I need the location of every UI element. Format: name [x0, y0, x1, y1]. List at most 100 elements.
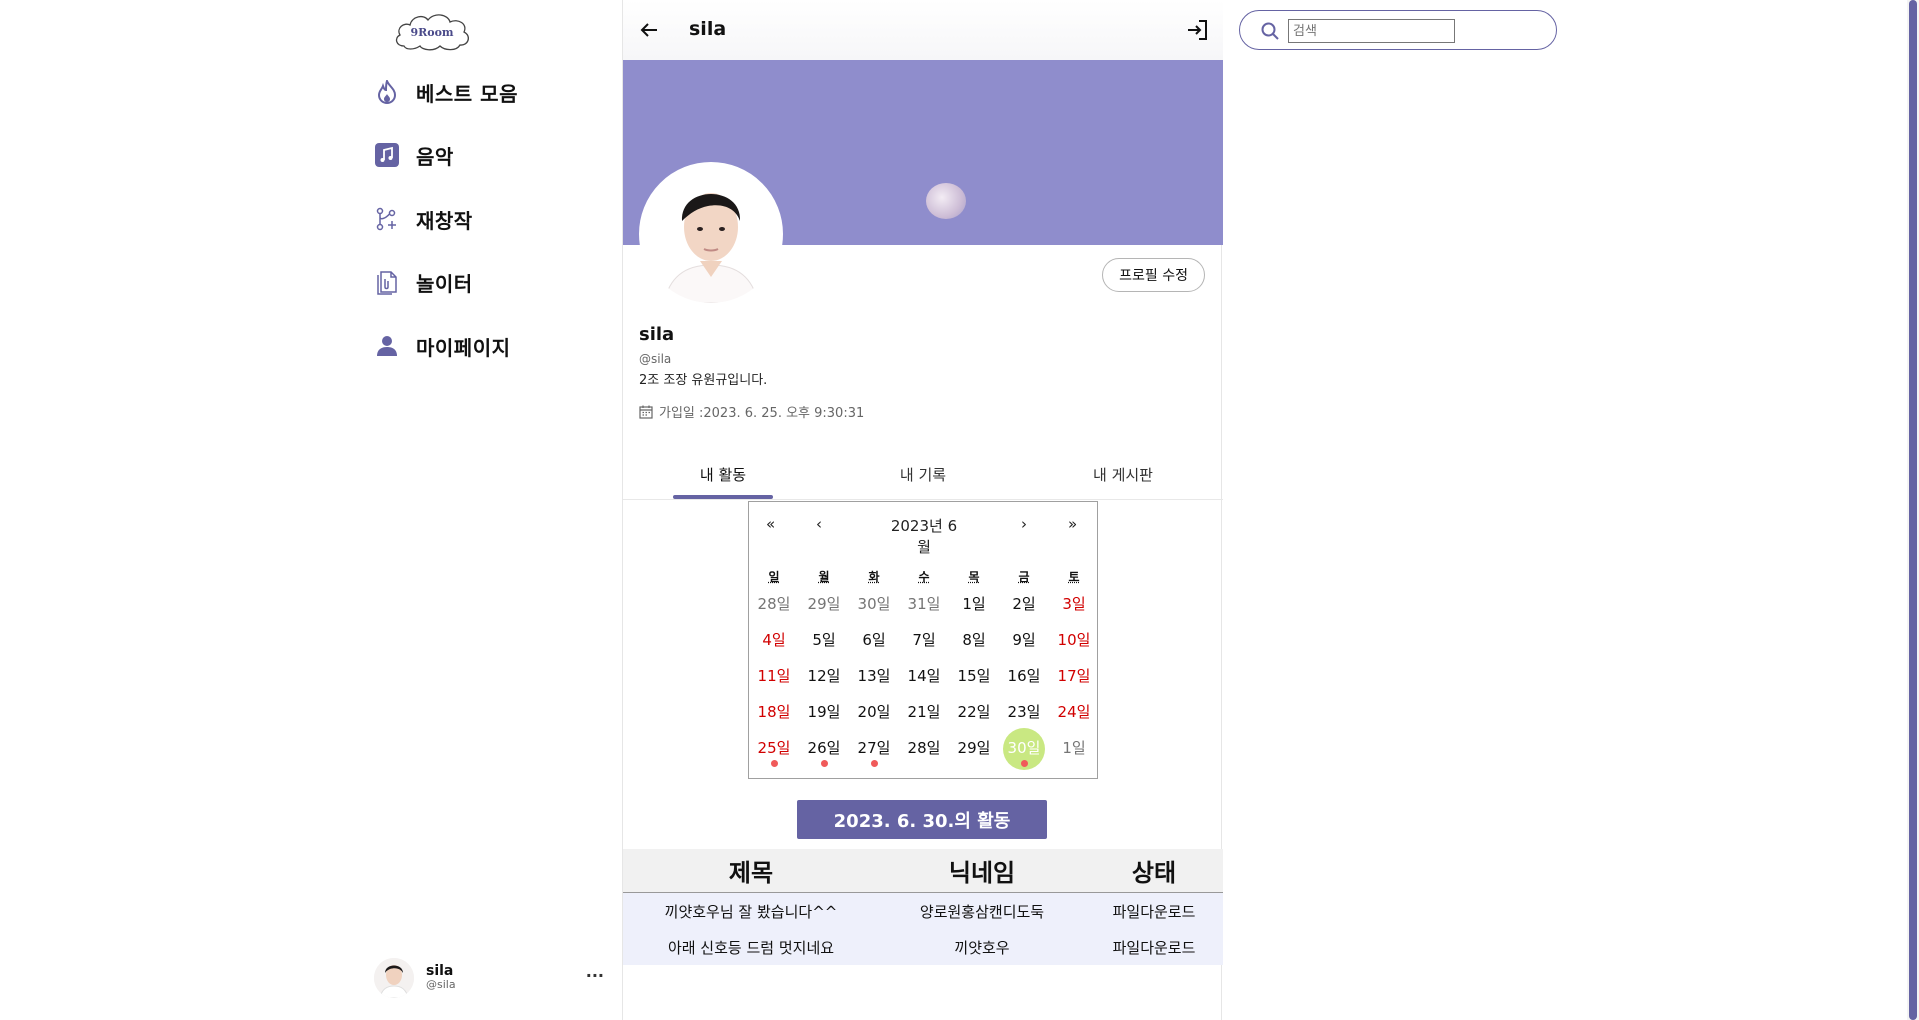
calendar-day[interactable]: 1일 — [1049, 730, 1099, 766]
prev-year-button[interactable]: « — [766, 515, 775, 533]
day-label: 30일 — [1007, 739, 1041, 757]
calendar-day[interactable]: 6일 — [849, 622, 899, 658]
calendar-day[interactable]: 5일 — [799, 622, 849, 658]
calendar-day[interactable]: 17일 — [1049, 658, 1099, 694]
sidebar-item-label: 재창작 — [416, 208, 473, 233]
calendar-title[interactable]: 2023년 6월 — [884, 515, 964, 557]
current-user-name: sila — [426, 963, 454, 979]
cell-title: 아래 신호등 드럼 멋지네요 — [667, 938, 835, 957]
search-bar — [1239, 10, 1557, 50]
column-header-nickname: 닉네임 — [948, 859, 1016, 887]
sidebar-item-playground[interactable]: 놀이터 — [374, 262, 473, 302]
sidebar: 9Room 베스트 모음 음악 재창작 놀이터 마이페이지 sila @sila… — [360, 0, 622, 1020]
cell-status: 파일다운로드 — [1112, 902, 1196, 921]
cell-title: 끼얏호우님 잘 봤습니다^^ — [664, 902, 838, 921]
calendar-day[interactable]: 31일 — [899, 586, 949, 622]
scrollbar-thumb[interactable] — [1909, 0, 1917, 1020]
table-header: 제목 닉네임 상태 — [623, 849, 1223, 893]
sidebar-item-mypage[interactable]: 마이페이지 — [374, 326, 511, 366]
profile-joined-date: 가입일 :2023. 6. 25. 오후 9:30:31 — [639, 402, 864, 421]
calendar-day[interactable]: 18일 — [749, 694, 799, 730]
calendar-day[interactable]: 15일 — [949, 658, 999, 694]
tab-my-board[interactable]: 내 게시판 — [1023, 452, 1223, 499]
calendar-day[interactable]: 16일 — [999, 658, 1049, 694]
calendar-day[interactable]: 19일 — [799, 694, 849, 730]
git-merge-icon — [374, 206, 400, 232]
calendar-day[interactable]: 29일 — [799, 586, 849, 622]
prev-month-button[interactable]: ‹ — [816, 515, 822, 533]
weekday-label: 일 — [768, 570, 780, 584]
table-row[interactable]: 아래 신호등 드럼 멋지네요 끼얏호우 파일다운로드 — [623, 929, 1223, 965]
activity-dot-icon — [871, 760, 878, 767]
scrollbar[interactable] — [1907, 0, 1919, 1020]
calendar-day[interactable]: 22일 — [949, 694, 999, 730]
search-input[interactable] — [1288, 19, 1455, 43]
more-options-icon[interactable]: ··· — [586, 966, 604, 985]
calendar-day[interactable]: 30일 — [849, 586, 899, 622]
calendar-day[interactable]: 11일 — [749, 658, 799, 694]
next-month-button[interactable]: › — [1021, 515, 1027, 533]
column-header-status: 상태 — [1131, 859, 1177, 887]
calendar-day[interactable]: 24일 — [1049, 694, 1099, 730]
calendar-day[interactable]: 27일 — [849, 730, 899, 767]
cloud-logo-icon: 9Room — [395, 14, 470, 51]
calendar-day[interactable]: 9일 — [999, 622, 1049, 658]
next-year-button[interactable]: » — [1068, 515, 1077, 533]
calendar-day[interactable]: 10일 — [1049, 622, 1099, 658]
sidebar-item-music[interactable]: 음악 — [374, 135, 454, 175]
app-root: 9Room 베스트 모음 음악 재창작 놀이터 마이페이지 sila @sila… — [0, 0, 1919, 1020]
calendar-day[interactable]: 21일 — [899, 694, 949, 730]
calendar-day[interactable]: 7일 — [899, 622, 949, 658]
tab-my-records[interactable]: 내 기록 — [823, 452, 1023, 499]
calendar-day[interactable]: 1일 — [949, 586, 999, 622]
person-icon — [374, 333, 400, 359]
calendar-day[interactable]: 25일 — [749, 730, 799, 767]
calendar-day[interactable]: 26일 — [799, 730, 849, 767]
current-user-handle: @sila — [426, 978, 456, 991]
column-header-title: 제목 — [728, 859, 774, 887]
sidebar-item-label: 놀이터 — [416, 271, 473, 296]
profile-avatar[interactable] — [639, 162, 783, 306]
logout-icon[interactable] — [1185, 18, 1209, 42]
weekday-label: 금 — [1018, 570, 1030, 584]
calendar-icon — [639, 405, 653, 419]
day-label: 27일 — [857, 739, 891, 757]
profile-tabs: 내 활동 내 기록 내 게시판 — [623, 452, 1223, 500]
music-note-icon — [374, 142, 400, 168]
activity-dot-icon — [1021, 760, 1028, 767]
weekday-label: 토 — [1068, 570, 1080, 584]
calendar-day[interactable]: 13일 — [849, 658, 899, 694]
logo[interactable]: 9Room — [392, 10, 472, 54]
back-arrow-icon[interactable] — [637, 18, 661, 42]
weekday-label: 화 — [868, 570, 880, 584]
calendar-day[interactable]: 14일 — [899, 658, 949, 694]
activity-date-button[interactable]: 2023. 6. 30.의 활동 — [797, 800, 1047, 839]
cell-nickname: 끼얏호우 — [954, 938, 1010, 957]
profile-handle: @sila — [639, 352, 672, 366]
calendar-day-selected[interactable]: 30일 — [999, 728, 1049, 770]
cell-status: 파일다운로드 — [1112, 938, 1196, 957]
calendar-day[interactable]: 3일 — [1049, 586, 1099, 622]
cell-nickname: 양로원홍삼캔디도둑 — [919, 902, 1045, 921]
profile-main: sila 프로필 수정 sila @sila 2조 조장 유원규입니다. 가입일… — [622, 0, 1223, 1020]
calendar-day[interactable]: 28일 — [749, 586, 799, 622]
calendar-day[interactable]: 2일 — [999, 586, 1049, 622]
sidebar-item-recreate[interactable]: 재창작 — [374, 199, 473, 239]
current-user-card[interactable]: sila @sila ··· — [374, 956, 604, 1000]
calendar-day[interactable]: 20일 — [849, 694, 899, 730]
calendar-day[interactable]: 4일 — [749, 622, 799, 658]
sidebar-item-label: 마이페이지 — [416, 335, 511, 360]
tab-my-activity[interactable]: 내 활동 — [623, 452, 823, 499]
calendar-day[interactable]: 23일 — [999, 694, 1049, 730]
table-row[interactable]: 끼얏호우님 잘 봤습니다^^ 양로원홍삼캔디도둑 파일다운로드 — [623, 893, 1223, 929]
calendar-day[interactable]: 28일 — [899, 730, 949, 766]
sidebar-item-label: 베스트 모음 — [416, 81, 518, 106]
edit-profile-button[interactable]: 프로필 수정 — [1102, 258, 1205, 292]
banner-moon-image — [926, 183, 966, 219]
calendar-day[interactable]: 12일 — [799, 658, 849, 694]
sidebar-item-best[interactable]: 베스트 모음 — [374, 72, 518, 112]
calendar-day[interactable]: 8일 — [949, 622, 999, 658]
weekday-label: 월 — [818, 570, 830, 584]
top-bar: sila — [623, 0, 1223, 60]
calendar-day[interactable]: 29일 — [949, 730, 999, 766]
